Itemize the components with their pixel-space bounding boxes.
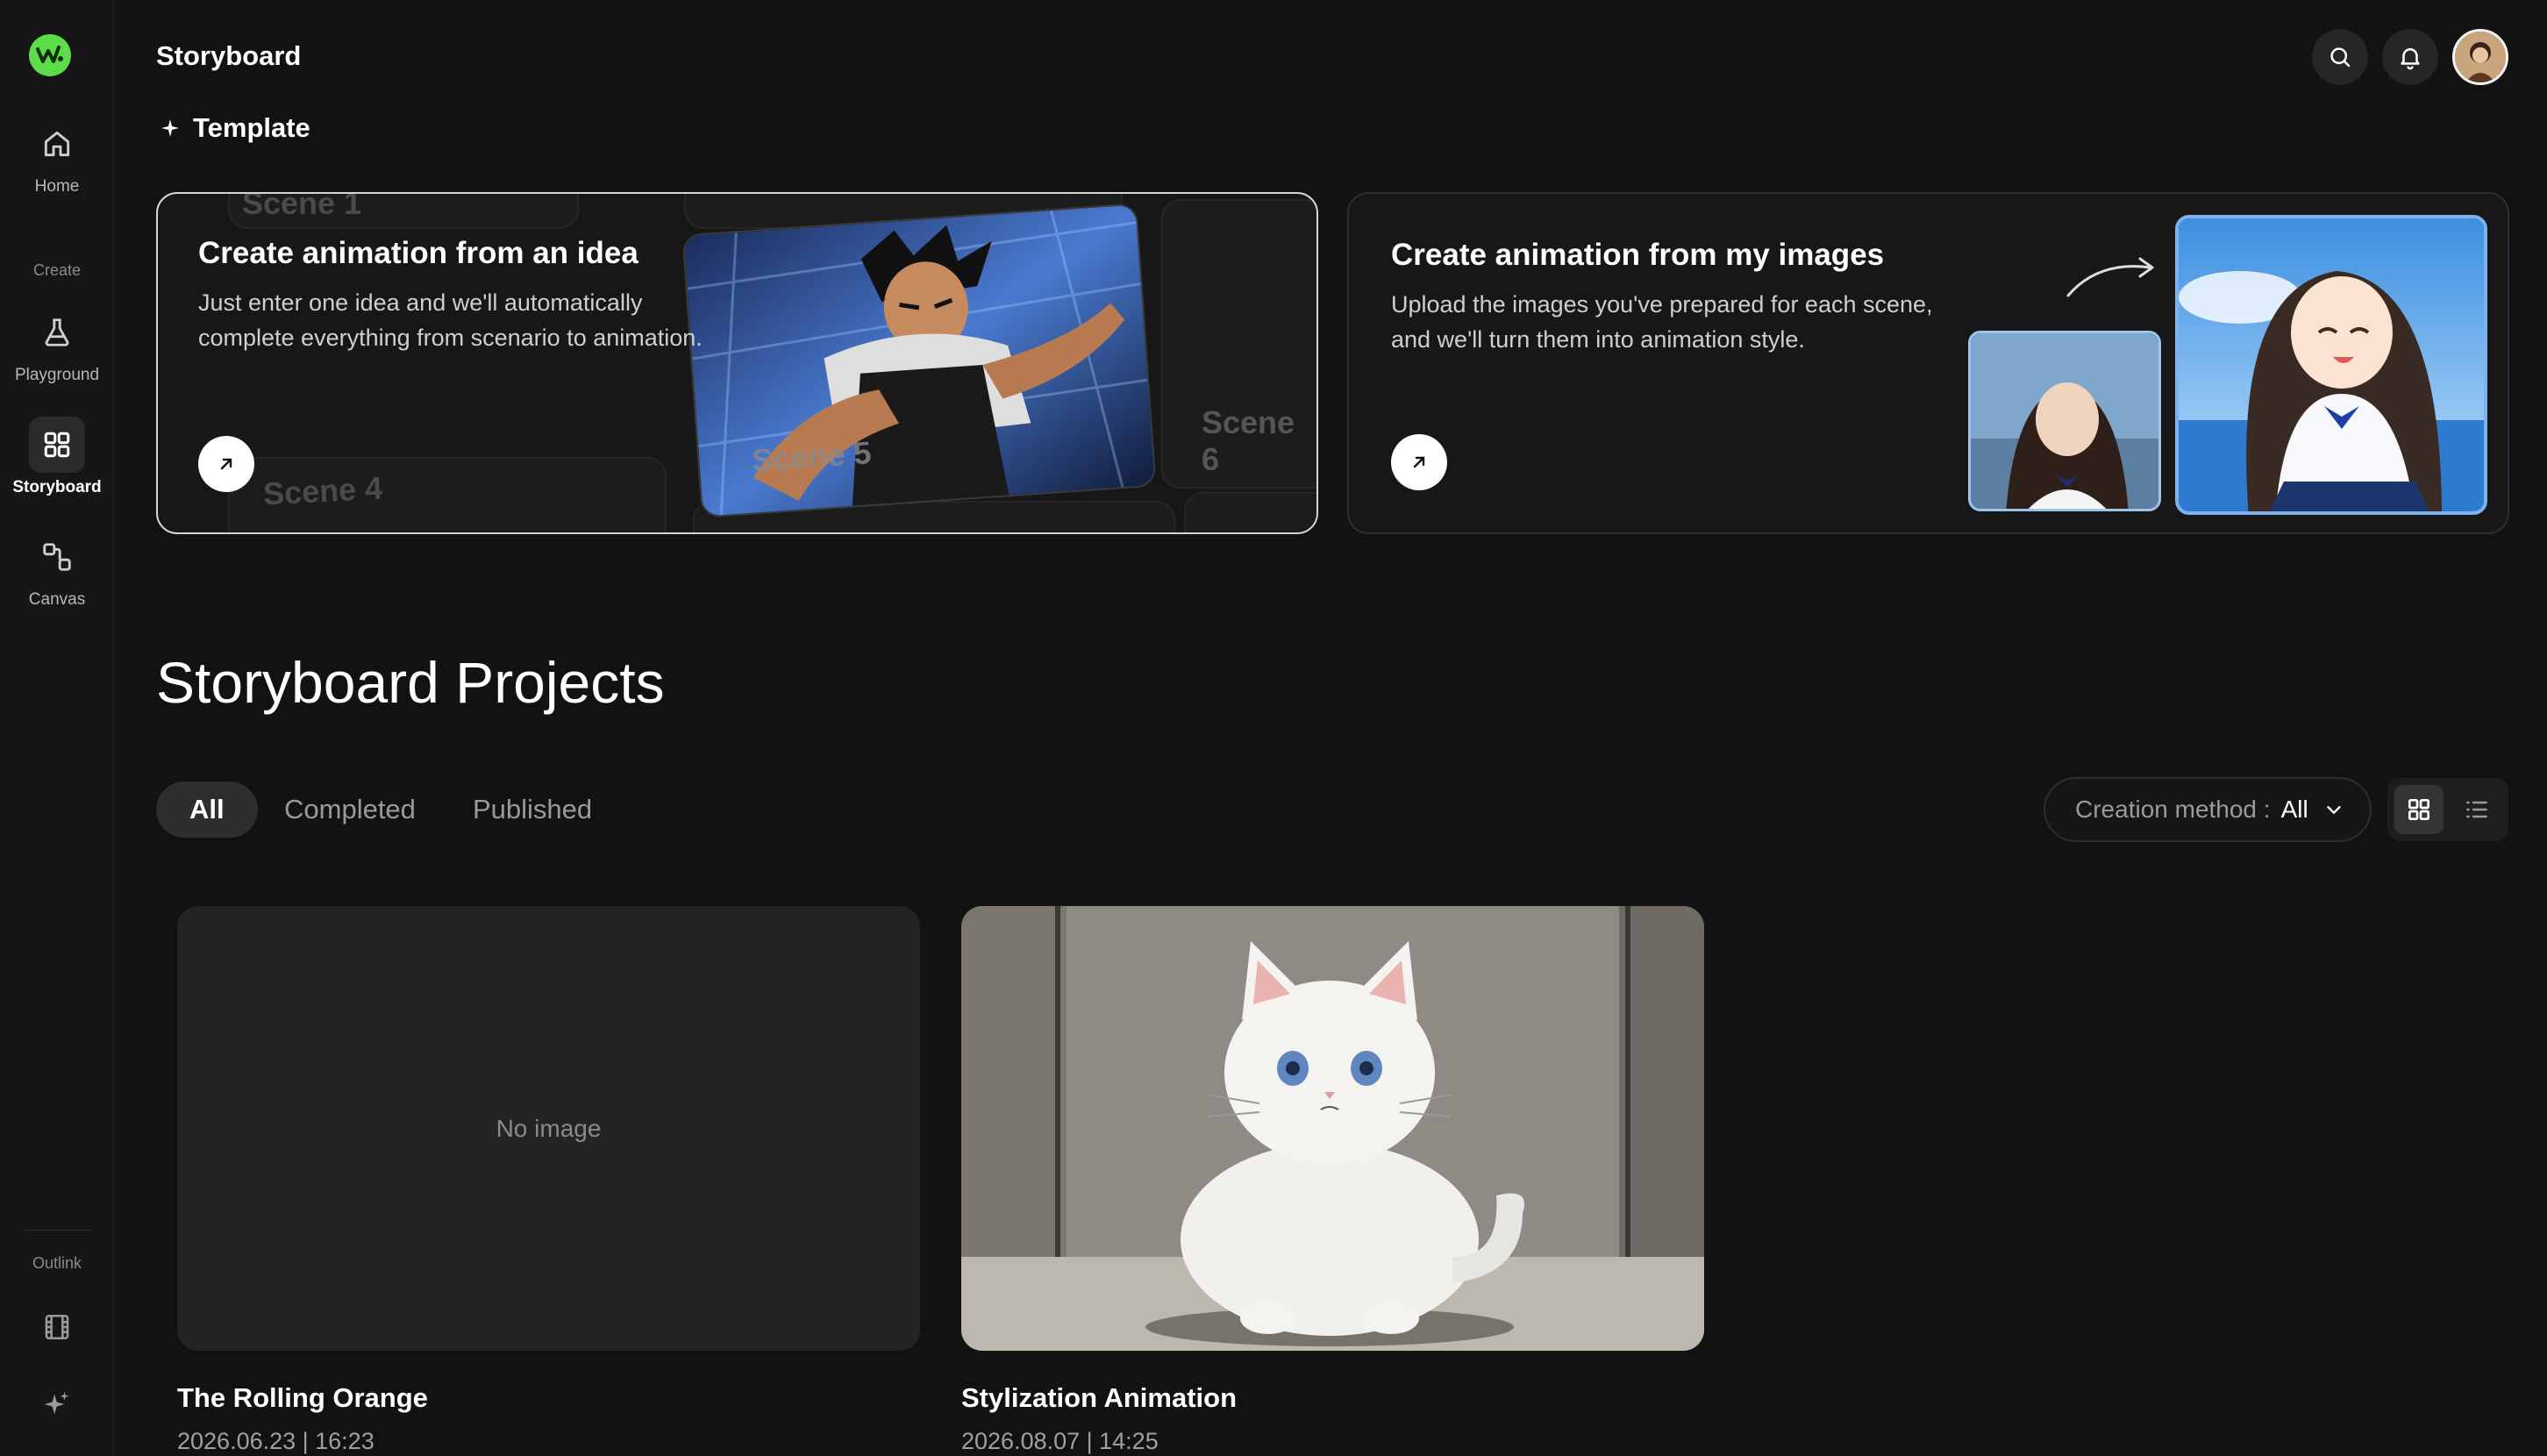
anime-result-image bbox=[2175, 215, 2487, 515]
filter-label: Creation method : bbox=[2075, 796, 2271, 823]
sidebar-item-film[interactable] bbox=[0, 1299, 114, 1355]
scene-5-image: Scene 5 bbox=[681, 203, 1157, 518]
nodes-icon bbox=[29, 529, 85, 585]
template-card-title: Create animation from an idea bbox=[198, 236, 639, 270]
sidebar-item-home[interactable]: Home bbox=[0, 116, 114, 196]
chevron-down-icon bbox=[2327, 806, 2341, 814]
sidebar-divider bbox=[23, 1230, 91, 1231]
sidebar-item-playground[interactable]: Playground bbox=[0, 304, 114, 385]
template-card-images[interactable]: Create animation from my images Upload t… bbox=[1347, 192, 2509, 534]
arrow-up-right-icon bbox=[1413, 456, 1425, 468]
sidebar-item-canvas[interactable]: Canvas bbox=[0, 529, 114, 610]
sidebar-section-outlink: Outlink bbox=[32, 1254, 82, 1272]
user-avatar[interactable] bbox=[2452, 29, 2508, 85]
project-name: The Rolling Orange bbox=[177, 1382, 428, 1413]
template-card-title: Create animation from my images bbox=[1391, 238, 1885, 272]
template-card-description: Upload the images you've prepared for ea… bbox=[1391, 291, 1933, 353]
cat-illustration bbox=[961, 906, 1704, 1351]
project-thumbnail: No image bbox=[177, 906, 920, 1351]
list-icon bbox=[2466, 801, 2487, 818]
home-icon bbox=[29, 116, 85, 172]
project-card[interactable]: Stylization Animation 2026.08.07 | 14:25 bbox=[961, 906, 1704, 1455]
project-date: 2026.08.07 | 14:25 bbox=[961, 1428, 1159, 1454]
anime-girl-illustration bbox=[2179, 218, 2484, 511]
view-toggle bbox=[2387, 778, 2508, 841]
film-icon bbox=[29, 1299, 85, 1355]
bell-icon bbox=[2401, 48, 2420, 70]
creation-method-dropdown[interactable]: Creation method : All bbox=[2044, 777, 2372, 842]
sparkle-icon bbox=[161, 119, 179, 137]
filter-value: All bbox=[2280, 796, 2308, 823]
sidebar-item-label: Canvas bbox=[28, 590, 86, 609]
grid-icon bbox=[29, 417, 85, 473]
open-template-button[interactable] bbox=[198, 436, 254, 492]
scene-label: Scene 1 bbox=[242, 192, 362, 221]
scene-label: Scene 6 bbox=[1202, 404, 1295, 477]
project-date: 2026.06.23 | 16:23 bbox=[177, 1428, 375, 1454]
sidebar-item-label: Storyboard bbox=[12, 478, 102, 496]
search-icon bbox=[2330, 47, 2351, 68]
notifications-button[interactable] bbox=[2382, 29, 2438, 85]
tab-completed[interactable]: Completed bbox=[284, 782, 416, 838]
sidebar-item-label: Home bbox=[34, 177, 80, 196]
template-card-description: Just enter one idea and we'll automatica… bbox=[198, 289, 703, 351]
tab-published[interactable]: Published bbox=[473, 782, 592, 838]
search-button[interactable] bbox=[2312, 29, 2368, 85]
project-thumbnail bbox=[961, 906, 1704, 1351]
sidebar-item-sparkle[interactable] bbox=[0, 1376, 114, 1432]
avatar-image bbox=[2455, 32, 2506, 82]
grid-icon bbox=[2408, 799, 2429, 820]
tab-all[interactable]: All bbox=[156, 782, 258, 838]
template-label: Template bbox=[193, 112, 310, 143]
template-section-label: Template bbox=[160, 112, 310, 144]
app-logo[interactable] bbox=[29, 34, 71, 76]
sidebar-item-storyboard[interactable]: Storyboard bbox=[0, 417, 114, 497]
flask-icon bbox=[29, 304, 85, 360]
page-title: Storyboard bbox=[156, 40, 302, 71]
template-card-idea[interactable]: Scene 1 Scene 4 Scene 6 Scene 5 Create a… bbox=[156, 192, 1318, 534]
sidebar-section-create: Create bbox=[32, 261, 82, 279]
project-card[interactable]: No image The Rolling Orange 2026.06.23 |… bbox=[177, 906, 920, 1455]
list-view-button[interactable] bbox=[2452, 785, 2501, 834]
source-photo bbox=[1968, 331, 2161, 511]
sidebar: Home Create Playground Storyboard Canvas… bbox=[0, 0, 114, 1456]
sparkle-icon bbox=[29, 1376, 85, 1432]
sidebar-item-label: Playground bbox=[14, 366, 100, 384]
scene-tile bbox=[1184, 492, 1316, 532]
arrow-up-right-icon bbox=[220, 458, 232, 470]
logo-icon bbox=[36, 46, 63, 63]
girl-photo-image bbox=[1971, 333, 2158, 509]
curved-arrow-icon bbox=[2066, 257, 2154, 297]
project-name: Stylization Animation bbox=[961, 1382, 1238, 1413]
grid-view-button[interactable] bbox=[2394, 785, 2444, 834]
open-template-button[interactable] bbox=[1391, 434, 1447, 490]
scene-label: Scene 4 bbox=[261, 469, 384, 512]
no-image-placeholder: No image bbox=[496, 1114, 602, 1142]
projects-heading: Storyboard Projects bbox=[156, 650, 665, 715]
